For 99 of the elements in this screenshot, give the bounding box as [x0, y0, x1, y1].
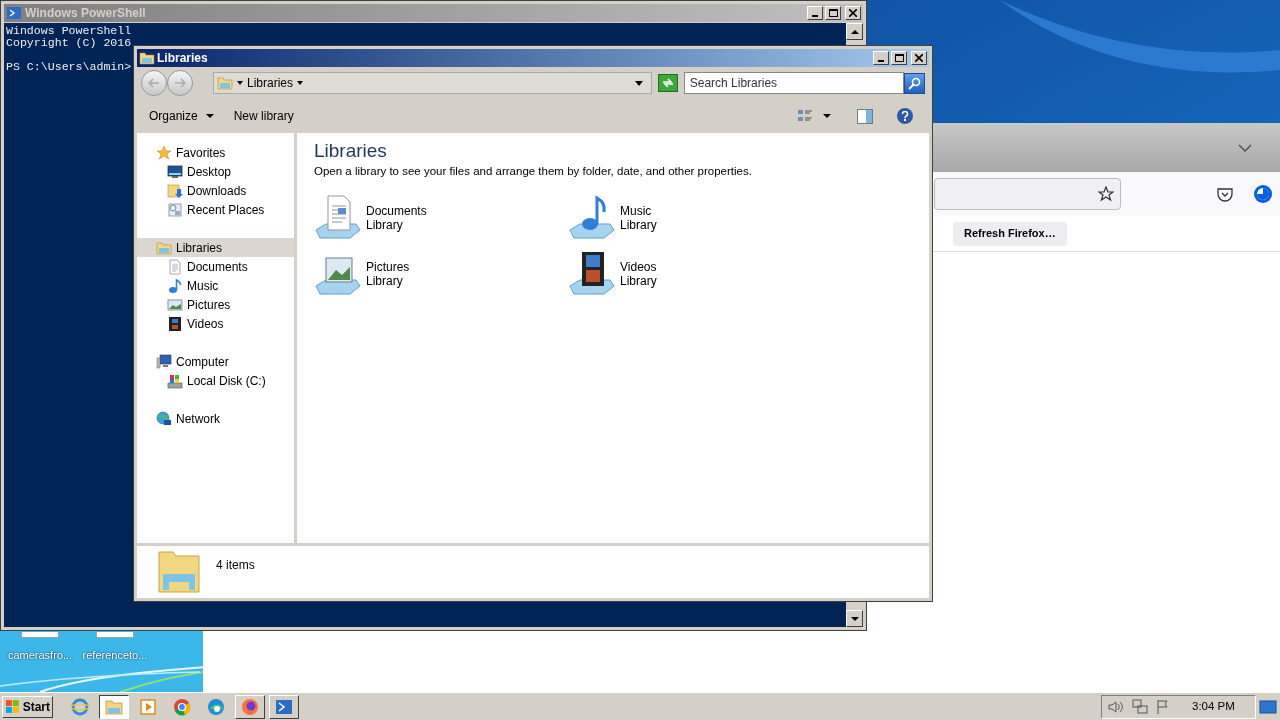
chrome-icon: [173, 697, 191, 716]
library-type: Library: [620, 274, 657, 289]
chevron-down-icon[interactable]: [1238, 143, 1252, 152]
caret-icon: [823, 114, 831, 118]
search-button[interactable]: [904, 72, 925, 94]
close-icon: [849, 9, 857, 17]
toolbar-button[interactable]: New library: [233, 104, 294, 128]
dropdown-arrow-icon[interactable]: [634, 80, 643, 86]
caret-icon: [205, 114, 214, 118]
close-button[interactable]: [845, 6, 861, 20]
nav-item[interactable]: Computer: [137, 352, 294, 371]
computer-icon: [156, 353, 172, 370]
play-icon: [140, 698, 156, 715]
windows-logo-icon: [5, 698, 21, 715]
page-heading: Libraries: [314, 139, 387, 163]
film-strip-icon: [167, 315, 183, 332]
folder-icon: [155, 548, 203, 594]
nav-item[interactable]: Desktop: [137, 162, 294, 181]
edge-icon: [207, 697, 225, 716]
item-count: 4 items: [216, 557, 255, 574]
nav-item[interactable]: Network: [137, 409, 294, 428]
window-title: Libraries: [157, 50, 209, 67]
speaker-icon[interactable]: [1108, 699, 1124, 714]
refresh-arrows-icon: [661, 78, 674, 88]
picture-icon: [167, 296, 183, 313]
library-name: Videos: [620, 260, 657, 275]
nav-item[interactable]: Music: [137, 276, 294, 295]
document-icon: [167, 258, 183, 275]
taskbar-button[interactable]: [99, 694, 129, 719]
url-field[interactable]: [934, 178, 1121, 210]
nav-item[interactable]: Videos: [137, 314, 294, 333]
console-line: Copyright (C) 2016: [6, 37, 132, 49]
disk-drive-icon: [167, 372, 183, 389]
globe-e-icon: [71, 697, 89, 716]
page-description: Open a library to see your files and arrange them by folder, date, and other properties.: [314, 164, 752, 179]
back-arrow-icon: [148, 78, 160, 88]
minimize-button[interactable]: [873, 51, 889, 65]
details-view-icon: [797, 109, 813, 123]
library-type: Library: [620, 218, 657, 233]
close-button[interactable]: [911, 51, 927, 65]
maximize-button[interactable]: [891, 51, 907, 65]
firefox-icon: [241, 697, 259, 716]
terminal-icon: [275, 698, 293, 715]
start-button[interactable]: Start: [2, 695, 53, 718]
library-item[interactable]: Videos Library: [568, 250, 822, 299]
folder-icon: [105, 698, 123, 715]
star-icon[interactable]: [1098, 186, 1114, 202]
pane-icon: [857, 108, 873, 124]
folder-icon: [217, 75, 233, 91]
nav-item[interactable]: Libraries: [137, 238, 294, 257]
address-bar[interactable]: Libraries: [213, 72, 652, 94]
help-button[interactable]: [897, 108, 913, 124]
nav-item[interactable]: Downloads: [137, 181, 294, 200]
preview-pane-button[interactable]: [857, 108, 873, 124]
library-item[interactable]: Music Library: [568, 194, 822, 243]
library-item[interactable]: Documents Library: [314, 194, 568, 243]
folder-download-icon: [167, 182, 183, 199]
library-type: Library: [366, 218, 404, 233]
monitor-icon: [167, 163, 183, 180]
maximize-button[interactable]: [825, 6, 841, 20]
folder-icon: [156, 239, 172, 256]
minimize-button[interactable]: [807, 6, 823, 20]
monitor-icon: [1259, 699, 1277, 714]
search-icon: [908, 76, 922, 90]
scroll-down-button[interactable]: [846, 610, 863, 627]
folder-icon: [139, 50, 155, 66]
network-icon[interactable]: [1132, 698, 1148, 715]
nav-item[interactable]: Pictures: [137, 295, 294, 314]
profile-icon[interactable]: [1253, 184, 1273, 204]
recent-places-icon: [167, 201, 183, 218]
terminal-icon: [7, 7, 21, 19]
nav-item[interactable]: Recent Places: [137, 200, 294, 219]
scroll-up-button[interactable]: [846, 23, 863, 40]
console-prompt: PS C:\Users\admin>: [6, 61, 132, 73]
window-title: Windows PowerShell: [25, 5, 147, 22]
star-icon: [156, 144, 172, 161]
library-name: Music: [620, 204, 653, 219]
forward-arrow-icon: [174, 78, 186, 88]
network-globe-icon: [156, 410, 172, 427]
flag-icon[interactable]: [1156, 698, 1170, 715]
console-line: Windows PowerShell: [6, 25, 132, 37]
library-item[interactable]: Pictures Library: [314, 250, 568, 299]
library-type: Library: [366, 274, 404, 289]
music-note-icon: [167, 277, 183, 294]
library-name: Pictures: [366, 260, 410, 275]
clock[interactable]: 3:04 PM: [1192, 697, 1235, 716]
nav-item[interactable]: Local Disk (C:): [137, 371, 294, 390]
search-field[interactable]: Search Libraries: [683, 72, 905, 94]
nav-item[interactable]: Documents: [137, 257, 294, 276]
help-icon: [901, 111, 909, 121]
close-icon: [915, 54, 923, 62]
refresh-firefox-button[interactable]: Refresh Firefox…: [953, 221, 1067, 246]
view-options-button[interactable]: [797, 109, 831, 123]
pocket-icon[interactable]: [1217, 186, 1233, 202]
refresh-button[interactable]: [657, 74, 678, 92]
library-name: Documents: [366, 204, 427, 219]
breadcrumb[interactable]: Libraries: [247, 74, 294, 92]
nav-item[interactable]: Favorites: [137, 143, 294, 162]
toolbar-button[interactable]: Organize: [149, 104, 214, 128]
